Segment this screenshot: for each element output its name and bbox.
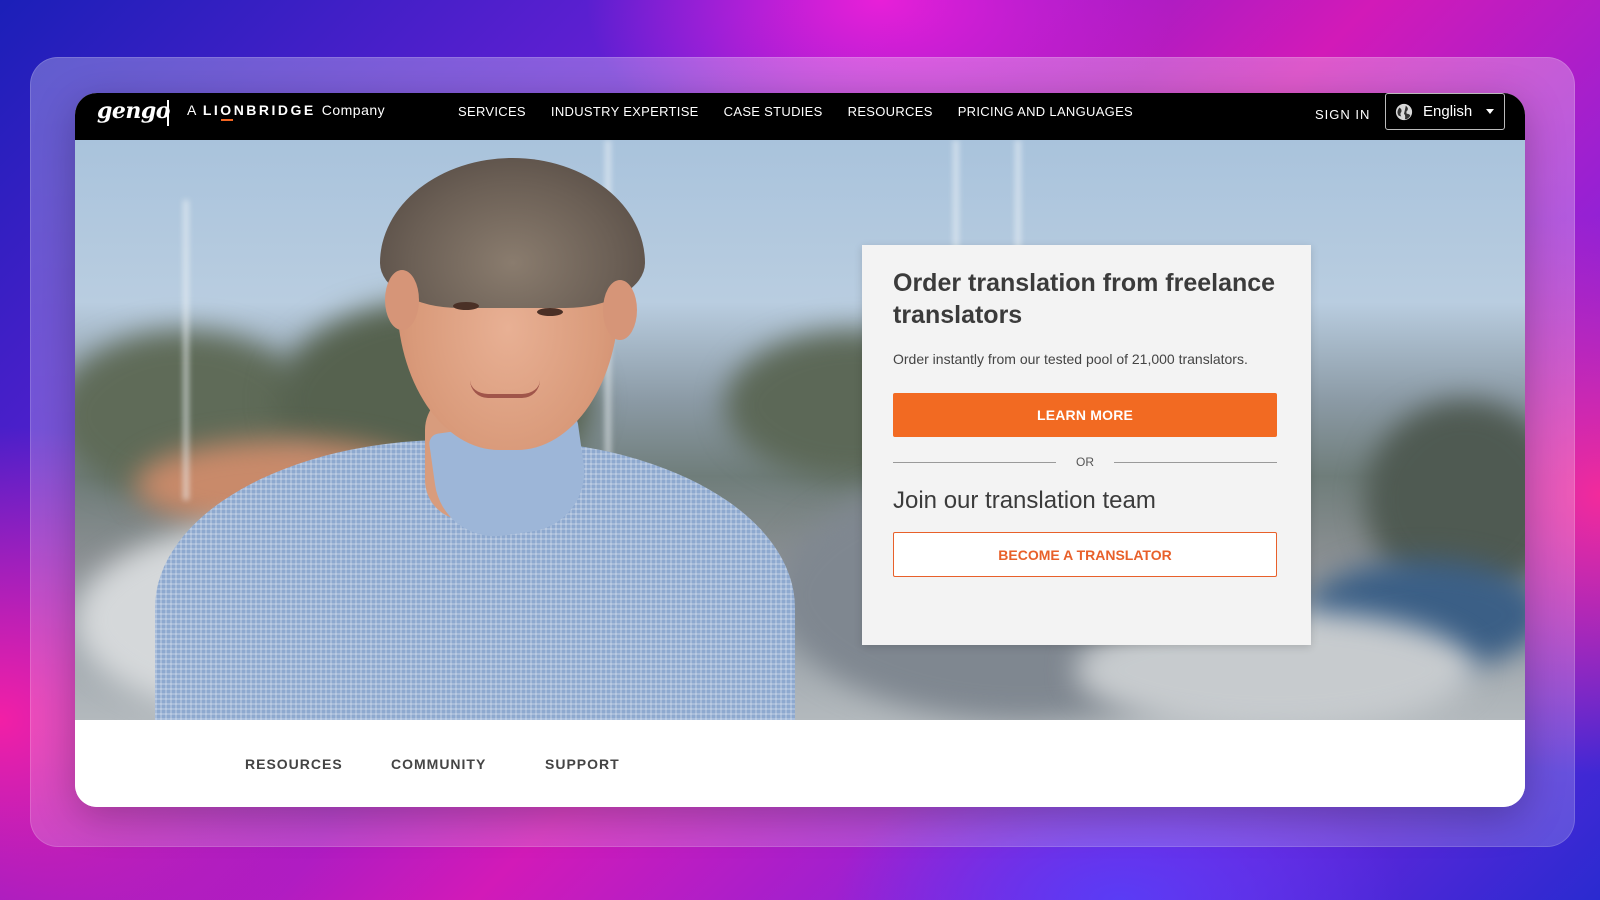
nav-case-studies[interactable]: CASE STUDIES (724, 104, 823, 119)
sign-in-link[interactable]: SIGN IN (1315, 107, 1370, 122)
lionbridge-wordmark: LIONBRIDGE (203, 102, 316, 118)
card-title: Order translation from freelance transla… (893, 269, 1276, 329)
chevron-down-icon (1486, 109, 1494, 114)
or-label: OR (1076, 455, 1094, 469)
globe-icon (1395, 103, 1413, 120)
learn-more-button[interactable]: LEARN MORE (893, 393, 1277, 437)
brand-part: NBRIDGE (233, 102, 316, 118)
language-selector[interactable]: English (1385, 93, 1505, 130)
nav-industry-expertise[interactable]: INDUSTRY EXPERTISE (551, 104, 699, 119)
person-eye (453, 302, 479, 310)
main-menu: SERVICES INDUSTRY EXPERTISE CASE STUDIES… (458, 104, 1158, 119)
company-suffix: Company (321, 102, 386, 118)
boat-mast (183, 200, 189, 500)
footer-community-link[interactable]: COMMUNITY (391, 756, 486, 772)
nav-pricing-and-languages[interactable]: PRICING AND LANGUAGES (958, 104, 1133, 119)
brand-part: LI (202, 102, 221, 118)
footer-support-link[interactable]: SUPPORT (545, 756, 620, 772)
lionbridge-company-label: A LIONBRIDGE Company (187, 102, 385, 118)
divider-line (1114, 461, 1277, 463)
join-team-heading: Join our translation team (893, 487, 1156, 514)
person-eye (537, 308, 563, 316)
become-translator-button[interactable]: BECOME A TRANSLATOR (893, 532, 1277, 577)
card-subtitle: Order instantly from our tested pool of … (893, 351, 1248, 367)
browser-window: gengo A LIONBRIDGE Company SERVICES INDUST… (75, 93, 1525, 807)
gengo-logo[interactable]: gengo (97, 98, 170, 124)
footer-resources-link[interactable]: RESOURCES (245, 756, 343, 772)
divider-line (893, 461, 1056, 463)
nav-services[interactable]: SERVICES (458, 104, 526, 119)
logo-divider (167, 100, 169, 126)
person-smile (470, 380, 540, 398)
or-divider: OR (893, 455, 1277, 469)
top-navigation-bar: gengo A LIONBRIDGE Company SERVICES INDUST… (75, 93, 1525, 140)
footer-navigation: RESOURCES COMMUNITY SUPPORT (75, 720, 1525, 807)
nav-resources[interactable]: RESOURCES (848, 104, 933, 119)
company-prefix: A (187, 102, 197, 118)
person-ear (603, 280, 637, 340)
language-label: English (1423, 103, 1473, 120)
hero-section: Order translation from freelance transla… (75, 140, 1525, 720)
brand-part: O (220, 102, 234, 118)
person-ear (385, 270, 419, 330)
cta-card: Order translation from freelance transla… (862, 245, 1311, 645)
